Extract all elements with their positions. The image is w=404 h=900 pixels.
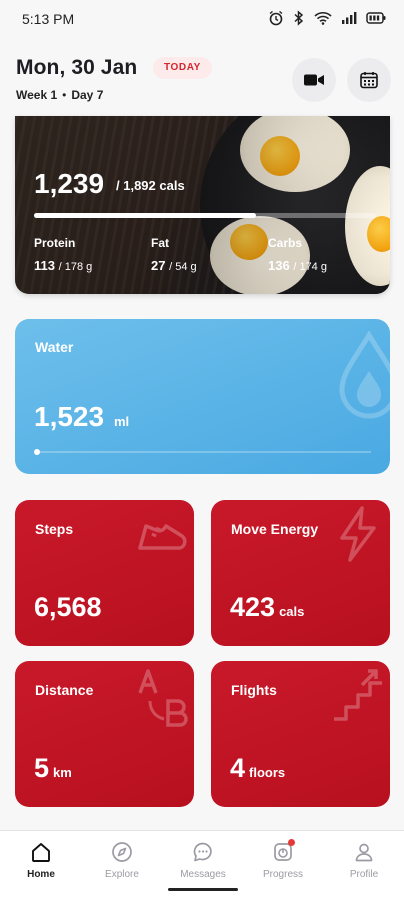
steps-amount: 6,568 xyxy=(34,592,102,622)
macro-label: Carbs xyxy=(268,236,303,250)
macro-carbs: Carbs 136 / 174 g xyxy=(268,236,327,273)
status-bar: 5:13 PM xyxy=(0,0,404,40)
day-label: Day 7 xyxy=(71,88,104,102)
notification-dot xyxy=(288,839,295,846)
flights-amount: 4 xyxy=(230,753,246,783)
home-indicator xyxy=(168,888,238,891)
calories-consumed: 1,239 xyxy=(34,168,105,199)
macro-value: 136 / 174 g xyxy=(268,258,327,273)
lightning-icon xyxy=(340,506,376,562)
macro-amount: 136 xyxy=(268,258,290,273)
calories-progress-fill xyxy=(34,213,257,218)
water-value: 1,523 xyxy=(34,401,105,432)
distance-label: Distance xyxy=(35,682,94,698)
move-energy-tile[interactable]: Move Energy 423 cals xyxy=(211,500,390,646)
calories-card[interactable]: 1,239 / 1,892 cals Protein 113 / 178 g F… xyxy=(15,116,390,294)
signal-icon xyxy=(342,12,357,24)
calories-goal: / 1,892 cals xyxy=(116,178,185,193)
week-label: Week 1 xyxy=(16,88,58,102)
macro-value: 113 / 178 g xyxy=(34,258,92,273)
flights-unit: floors xyxy=(249,765,286,780)
distance-tile[interactable]: Distance 5 km xyxy=(15,661,194,807)
wifi-icon xyxy=(314,12,332,25)
separator: • xyxy=(62,88,67,102)
water-progress-track xyxy=(35,451,371,453)
calendar-icon xyxy=(360,72,378,89)
calendar-button[interactable] xyxy=(347,58,391,102)
nav-messages-label: Messages xyxy=(180,869,226,880)
nav-profile-label: Profile xyxy=(349,869,379,880)
macro-fat: Fat 27 / 54 g xyxy=(151,236,197,273)
macro-value: 27 / 54 g xyxy=(151,258,197,273)
video-camera-icon xyxy=(304,74,324,86)
distance-amount: 5 xyxy=(34,753,50,783)
nav-explore[interactable]: Explore xyxy=(87,839,157,880)
flights-tile[interactable]: Flights 4 floors xyxy=(211,661,390,807)
nav-progress[interactable]: Progress xyxy=(248,839,318,880)
today-badge[interactable]: TODAY xyxy=(153,57,212,79)
macro-goal: / 54 g xyxy=(169,261,197,273)
water-drop-icon xyxy=(339,331,390,419)
macro-amount: 113 xyxy=(34,258,55,273)
video-button[interactable] xyxy=(292,58,336,102)
macro-goal: / 174 g xyxy=(293,261,327,273)
nav-progress-label: Progress xyxy=(262,869,303,880)
shoe-icon xyxy=(138,524,187,550)
stairs-icon xyxy=(334,669,382,721)
macro-label: Protein xyxy=(34,236,76,250)
water-unit: ml xyxy=(114,414,130,429)
move-energy-label: Move Energy xyxy=(231,521,319,537)
water-label: Water xyxy=(35,339,74,355)
flights-label: Flights xyxy=(231,682,277,698)
status-icons xyxy=(268,10,386,26)
nav-profile[interactable]: Profile xyxy=(329,839,399,880)
macro-label: Fat xyxy=(151,236,169,250)
water-progress-dot xyxy=(34,449,40,455)
macro-goal: / 178 g xyxy=(58,261,93,273)
profile-icon xyxy=(355,843,373,862)
steps-tile[interactable]: Steps 6,568 xyxy=(15,500,194,646)
week-day-line: Week 1 • Day 7 xyxy=(16,88,103,102)
steps-label: Steps xyxy=(35,521,74,537)
macro-protein: Protein 113 / 178 g xyxy=(34,236,92,273)
status-time: 5:13 PM xyxy=(22,11,75,27)
chat-bubble-icon xyxy=(193,842,212,862)
calories-progress-track xyxy=(34,213,376,218)
move-energy-unit: cals xyxy=(279,604,305,619)
nav-explore-label: Explore xyxy=(105,869,139,880)
steps-value: 6,568 xyxy=(34,592,102,623)
date-title[interactable]: Mon, 30 Jan xyxy=(16,56,137,80)
move-energy-value: 423 cals xyxy=(230,592,304,623)
home-icon xyxy=(32,843,50,862)
a-to-b-icon xyxy=(138,669,188,727)
battery-icon xyxy=(366,12,386,24)
distance-value: 5 km xyxy=(34,753,72,784)
nav-home-label: Home xyxy=(27,869,55,880)
distance-unit: km xyxy=(53,765,72,780)
flights-value: 4 floors xyxy=(230,753,285,784)
compass-icon xyxy=(112,842,132,862)
header: Mon, 30 Jan TODAY Week 1 • Day 7 xyxy=(0,44,404,114)
macro-amount: 27 xyxy=(151,258,166,273)
bluetooth-icon xyxy=(294,10,304,26)
nav-home[interactable]: Home xyxy=(6,839,76,880)
move-energy-amount: 423 xyxy=(230,592,276,622)
alarm-icon xyxy=(269,10,283,26)
water-card[interactable]: Water 1,523 ml xyxy=(15,319,390,474)
nav-messages[interactable]: Messages xyxy=(168,839,238,880)
